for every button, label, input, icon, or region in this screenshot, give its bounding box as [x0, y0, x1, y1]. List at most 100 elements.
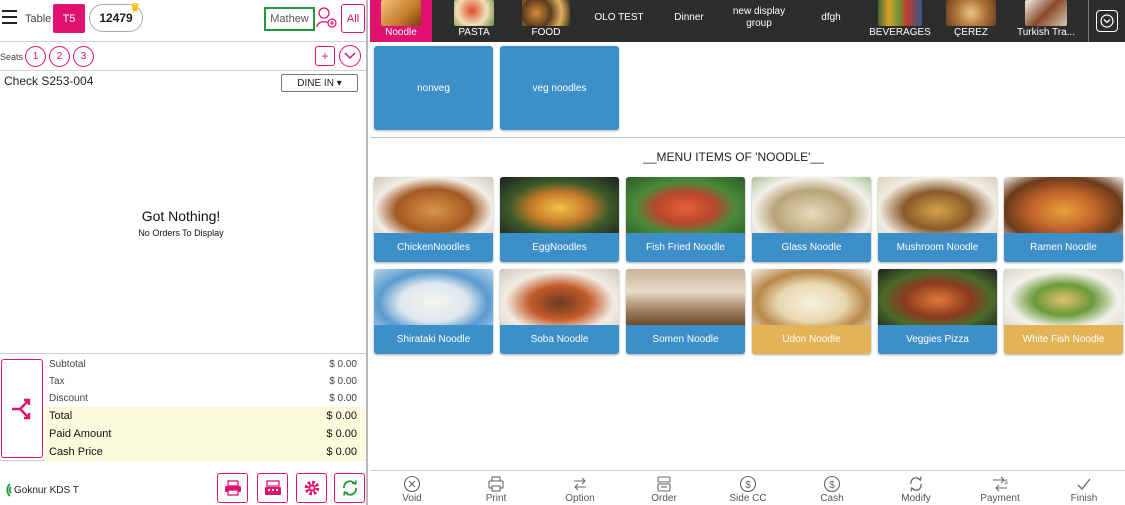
seats-expand-button[interactable]	[339, 45, 361, 67]
food-image	[1004, 177, 1123, 233]
menu-item-mushroom-noodle[interactable]: Mushroom Noodle	[878, 177, 997, 262]
side-cc-button[interactable]: $ Side CC	[706, 471, 790, 505]
modify-button[interactable]: Modify	[874, 471, 958, 505]
category-beverages[interactable]: BEVERAGES	[864, 0, 936, 42]
category-noodle[interactable]: Noodle	[370, 0, 432, 42]
menu-item-glass-noodle[interactable]: Glass Noodle	[752, 177, 871, 262]
finish-button[interactable]: Finish	[1042, 471, 1125, 505]
print-button[interactable]: Print	[454, 471, 538, 505]
gear-icon	[304, 480, 319, 496]
menu-item-chicken-noodles[interactable]: ChickenNoodles	[374, 177, 493, 262]
order-button[interactable]: Order	[622, 471, 706, 505]
cash-price-row: Cash Price $ 0.00	[45, 443, 365, 461]
order-type-dropdown[interactable]: DINE IN ▾	[281, 74, 358, 92]
category-cerez[interactable]: ÇEREZ	[936, 0, 1006, 42]
menu-icon[interactable]	[2, 10, 17, 26]
table-number-button[interactable]: T5	[53, 4, 85, 33]
menu-item-veggies-pizza[interactable]: Veggies Pizza	[878, 269, 997, 354]
settings-button[interactable]	[296, 473, 327, 503]
receipt-printer-icon	[224, 480, 241, 496]
menu-item-soba-noodle[interactable]: Soba Noodle	[500, 269, 619, 354]
menu-item-white-fish-noodle[interactable]: White Fish Noodle	[1004, 269, 1123, 354]
crown-icon: ♛	[130, 2, 140, 14]
order-header: Table T5 12479 ♛ Mathew All	[0, 0, 366, 42]
discount-row: Discount $ 0.00	[49, 393, 357, 404]
group-tile-veg-noodles[interactable]: veg noodles	[500, 46, 619, 130]
svg-text:$: $	[1004, 480, 1008, 486]
menu-item-somen-noodle[interactable]: Somen Noodle	[626, 269, 745, 354]
payment-button[interactable]: $ Payment	[958, 471, 1042, 505]
chevron-down-icon	[1100, 14, 1114, 28]
option-button[interactable]: Option	[538, 471, 622, 505]
food-image	[374, 177, 493, 233]
table-label: Table	[25, 13, 52, 25]
print-icon	[488, 476, 504, 492]
print-receipt-button[interactable]	[217, 473, 248, 503]
paid-amount-row: Paid Amount $ 0.00	[45, 425, 365, 443]
kds-signal-icon	[6, 483, 12, 497]
category-dinner[interactable]: Dinner	[658, 0, 720, 42]
category-olo-test[interactable]: OLO TEST	[580, 0, 658, 42]
add-seat-button[interactable]: +	[315, 46, 335, 66]
menu-item-shirataki-noodle[interactable]: Shirataki Noodle	[374, 269, 493, 354]
split-icon	[12, 398, 31, 419]
divider	[370, 137, 1125, 138]
server-name-field[interactable]: Mathew	[264, 7, 315, 31]
category-food[interactable]: FOOD	[512, 0, 580, 42]
food-image	[500, 177, 619, 233]
chevron-down-icon	[344, 52, 356, 60]
seat-2-button[interactable]: 2	[49, 46, 70, 67]
cash-drawer-button[interactable]	[257, 473, 288, 503]
svg-text:$: $	[745, 480, 751, 491]
category-image	[454, 0, 494, 26]
cash-button[interactable]: $ Cash	[790, 471, 874, 505]
total-row: Total $ 0.00	[45, 407, 365, 425]
modify-icon	[910, 476, 922, 492]
void-icon	[403, 475, 421, 493]
tax-row: Tax $ 0.00	[49, 376, 357, 387]
option-icon	[574, 477, 586, 491]
category-pasta[interactable]: PASTA	[436, 0, 512, 42]
seats-label: Seats	[0, 52, 24, 62]
menu-item-egg-noodles[interactable]: EggNoodles	[500, 177, 619, 262]
food-image	[626, 269, 745, 325]
all-button[interactable]: All	[341, 4, 365, 33]
refresh-button[interactable]	[334, 473, 365, 503]
empty-order-subtitle: No Orders To Display	[138, 228, 224, 238]
totals-panel: Subtotal $ 0.00 Tax $ 0.00 Discount $ 0.00 …	[0, 353, 366, 461]
check-label: Check S253-004	[4, 74, 94, 88]
category-image	[878, 0, 922, 26]
category-turkish-traditional[interactable]: Turkish Tra...	[1006, 0, 1086, 42]
void-button[interactable]: Void	[370, 471, 454, 505]
add-user-icon[interactable]	[315, 6, 337, 30]
menu-item-fish-fried-noodle[interactable]: Fish Fried Noodle	[626, 177, 745, 262]
order-icon	[657, 476, 671, 492]
category-image	[381, 0, 421, 26]
payment-icon: $	[993, 476, 1008, 492]
food-image	[752, 269, 871, 325]
order-footer: Goknur KDS T	[0, 470, 366, 505]
finish-icon	[1077, 478, 1091, 490]
kds-name: Goknur KDS T	[14, 485, 79, 496]
food-image	[878, 269, 997, 325]
food-image	[878, 177, 997, 233]
order-panel: Table T5 12479 ♛ Mathew All Seats 1 2 3 …	[0, 0, 368, 505]
category-dfgh[interactable]: dfgh	[798, 0, 864, 42]
side-cc-icon: $	[739, 475, 757, 493]
category-image	[946, 0, 996, 26]
subtotal-row: Subtotal $ 0.00	[49, 359, 357, 370]
seat-1-button[interactable]: 1	[25, 46, 46, 67]
menu-item-ramen-noodle[interactable]: Ramen Noodle	[1004, 177, 1123, 262]
group-tile-nonveg[interactable]: nonveg	[374, 46, 493, 130]
split-button[interactable]	[1, 359, 43, 458]
food-image	[752, 177, 871, 233]
category-new-display-group[interactable]: new display group	[720, 0, 798, 42]
more-categories-button[interactable]	[1088, 0, 1125, 42]
seats-bar: Seats 1 2 3 +	[0, 42, 366, 71]
menu-item-udon-noodle[interactable]: Udon Noodle	[752, 269, 871, 354]
check-number: 12479	[99, 11, 133, 25]
seat-3-button[interactable]: 3	[73, 46, 94, 67]
check-number-pill[interactable]: 12479 ♛	[89, 2, 143, 32]
refresh-icon	[342, 480, 357, 496]
category-image	[522, 0, 570, 26]
